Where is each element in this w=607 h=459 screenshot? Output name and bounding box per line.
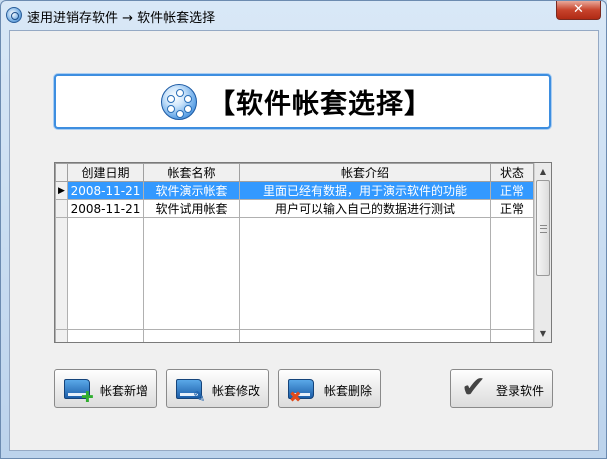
cell-date[interactable]: 2008-11-21	[67, 199, 144, 218]
vertical-scrollbar[interactable]: ▲ ▼	[534, 163, 551, 342]
table-row[interactable]: ▶ 2008-11-21 软件演示帐套 里面已经有数据，用于演示软件的功能 正常	[55, 181, 534, 200]
scroll-up-icon[interactable]: ▲	[535, 163, 551, 180]
cell-date[interactable]: 2008-11-21	[67, 181, 144, 200]
banner-panel: 【软件帐套选择】	[54, 74, 551, 129]
edit-account-set-button[interactable]: ✎ 帐套修改	[166, 369, 269, 408]
login-button[interactable]: ✔ 登录软件	[450, 369, 553, 408]
account-set-grid[interactable]: 创建日期 帐套名称 帐套介绍 状态 ▶ 2008-11-21 软件演示帐套 里面…	[54, 162, 552, 343]
column-header-description[interactable]: 帐套介绍	[239, 163, 491, 182]
cell-status[interactable]: 正常	[490, 181, 534, 200]
column-header-status[interactable]: 状态	[490, 163, 534, 182]
current-row-marker-icon: ▶	[55, 181, 68, 200]
cell-description[interactable]: 用户可以输入自己的数据进行测试	[239, 199, 491, 218]
title-bar[interactable]: 速用进销存软件 → 软件帐套选择 ✕	[1, 1, 606, 30]
delete-account-set-button[interactable]: ✖ 帐套删除	[278, 369, 381, 408]
add-account-set-button[interactable]: ✚ 帐套新增	[54, 369, 157, 408]
column-header-name[interactable]: 帐套名称	[143, 163, 240, 182]
page-title: 【软件帐套选择】	[208, 89, 432, 120]
grid-header-row: 创建日期 帐套名称 帐套介绍 状态	[55, 163, 534, 182]
checkmark-icon: ✔	[461, 370, 487, 405]
scroll-thumb[interactable]	[536, 180, 550, 276]
main-window: 速用进销存软件 → 软件帐套选择 ✕ 【软件帐套选择】 创建日期 帐套名称 帐套…	[0, 0, 607, 459]
cell-status[interactable]: 正常	[490, 199, 534, 218]
client-area: 【软件帐套选择】 创建日期 帐套名称 帐套介绍 状态 ▶ 2008-11-21	[9, 30, 599, 451]
empty-row	[55, 329, 534, 342]
window-title: 速用进销存软件 → 软件帐套选择	[27, 11, 216, 26]
row-indicator	[55, 199, 68, 218]
table-row[interactable]: 2008-11-21 软件试用帐套 用户可以输入自己的数据进行测试 正常	[55, 199, 534, 218]
column-header-date[interactable]: 创建日期	[67, 163, 144, 182]
account-set-icon	[161, 84, 197, 120]
row-indicator-header	[55, 163, 68, 182]
cell-name[interactable]: 软件试用帐套	[143, 199, 240, 218]
app-icon	[6, 7, 22, 23]
cell-description[interactable]: 里面已经有数据，用于演示软件的功能	[239, 181, 491, 200]
empty-row	[55, 217, 534, 330]
close-button[interactable]: ✕	[556, 1, 601, 20]
cell-name[interactable]: 软件演示帐套	[143, 181, 240, 200]
scroll-down-icon[interactable]: ▼	[535, 325, 551, 342]
